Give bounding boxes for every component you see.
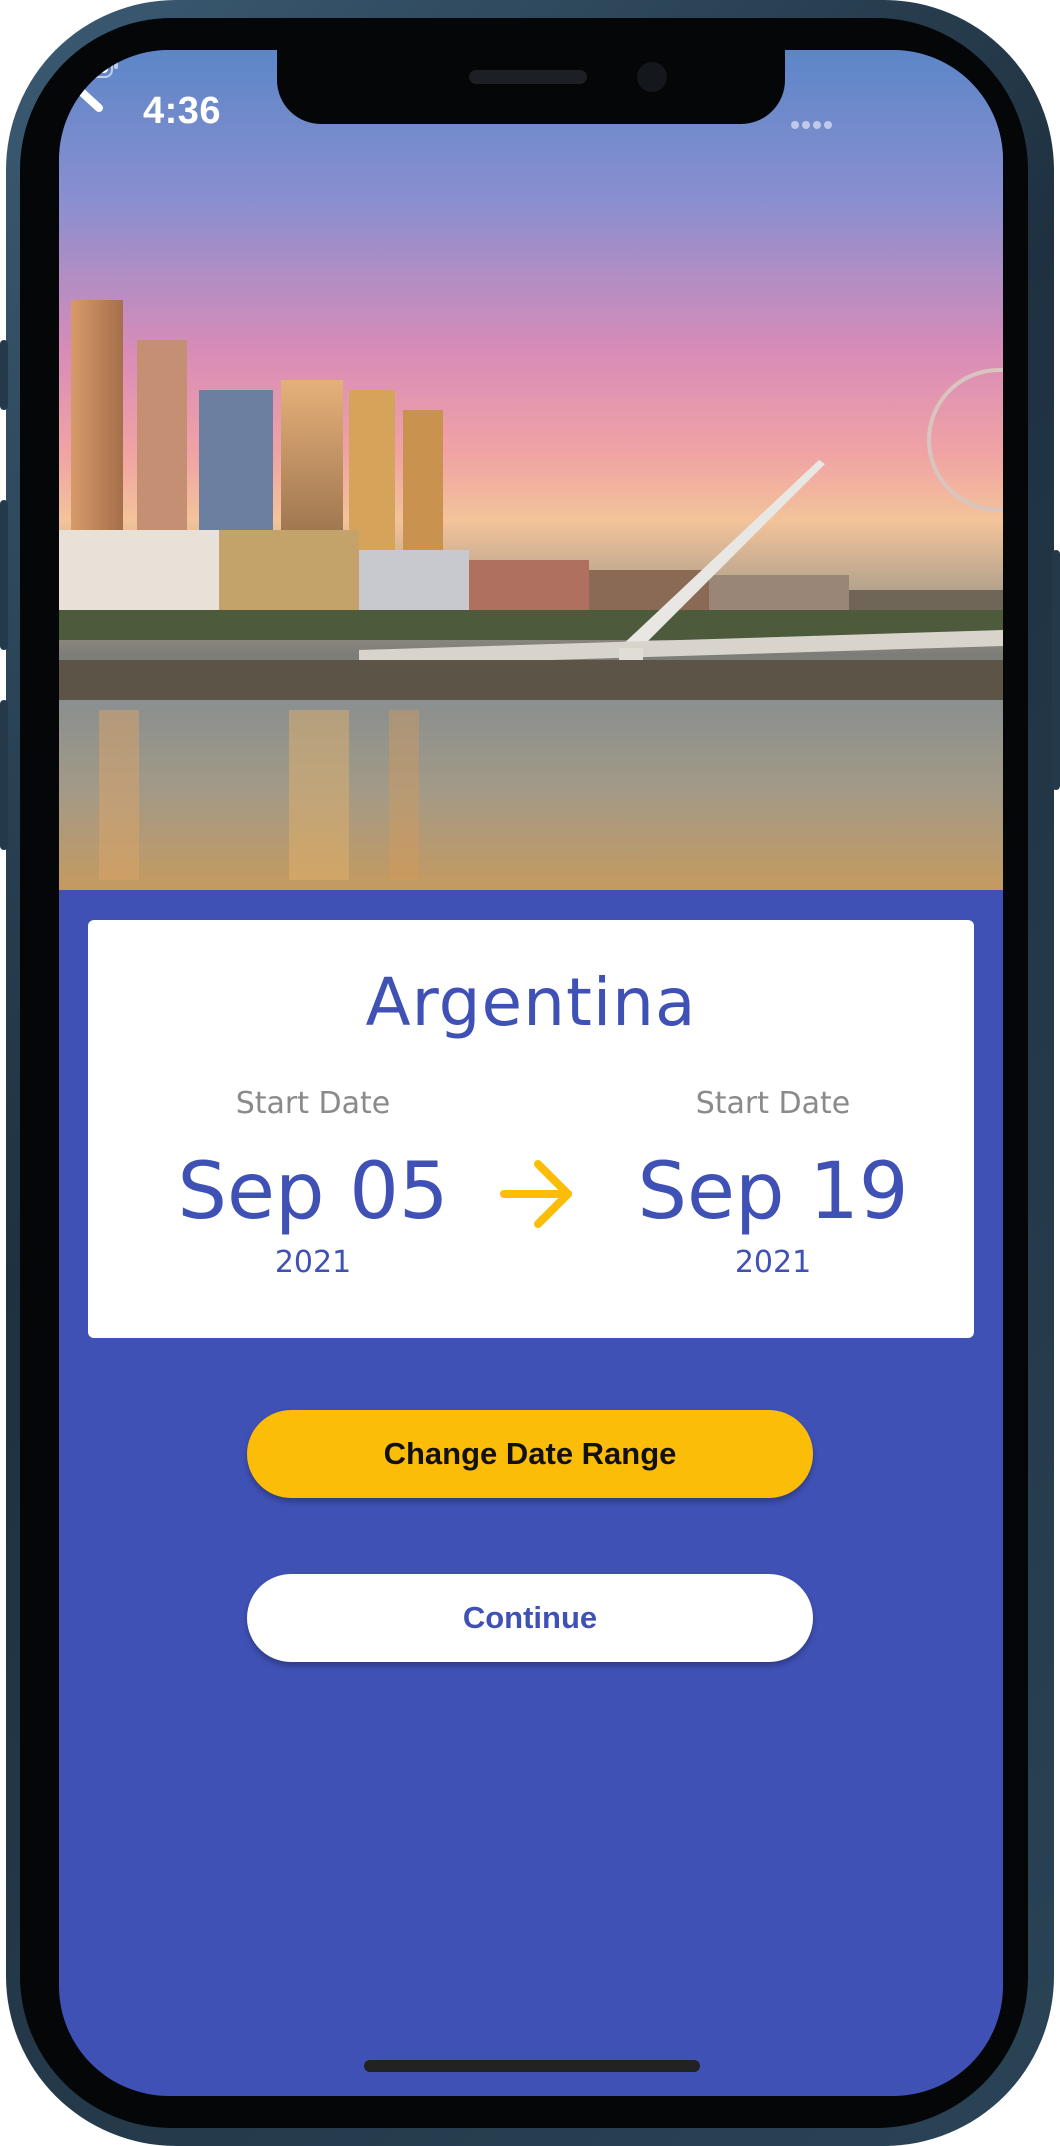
change-date-range-button[interactable]: Change Date Range — [247, 1410, 813, 1498]
end-date-value: Sep 19 — [637, 1147, 909, 1237]
status-bar: 4:36 — [59, 50, 1003, 160]
city-skyline-photo: 4:36 — [59, 50, 1003, 890]
trip-card: Argentina Start Date Sep 05 2021 Start D… — [88, 920, 974, 1338]
arrow-right-icon — [500, 1160, 572, 1228]
start-date-label: Start Date — [235, 1086, 391, 1121]
start-date-block: Start Date Sep 05 2021 — [148, 1086, 478, 1280]
end-date-label: Start Date — [695, 1086, 851, 1121]
end-date-year: 2021 — [734, 1245, 812, 1280]
volume-down-button — [0, 700, 8, 850]
country-title: Argentina — [365, 964, 697, 1041]
end-date-block: Start Date Sep 19 2021 — [608, 1086, 938, 1280]
start-date-year: 2021 — [274, 1245, 352, 1280]
continue-button[interactable]: Continue — [247, 1574, 813, 1662]
front-camera — [637, 62, 667, 92]
screen: 4:36 Argentina Start Date Sep 05 2021 St… — [59, 50, 1003, 2096]
status-time: 4:36 — [143, 90, 222, 132]
speaker-grille — [469, 70, 587, 84]
start-date-value: Sep 05 — [177, 1147, 449, 1237]
skyline-illustration — [59, 300, 1003, 890]
notch — [277, 50, 785, 124]
silent-switch — [0, 340, 8, 410]
chevron-left-icon[interactable] — [59, 50, 115, 120]
volume-up-button — [0, 500, 8, 650]
signal-dots-icon — [791, 114, 835, 133]
home-indicator[interactable] — [364, 2060, 700, 2072]
power-button — [1052, 550, 1060, 790]
